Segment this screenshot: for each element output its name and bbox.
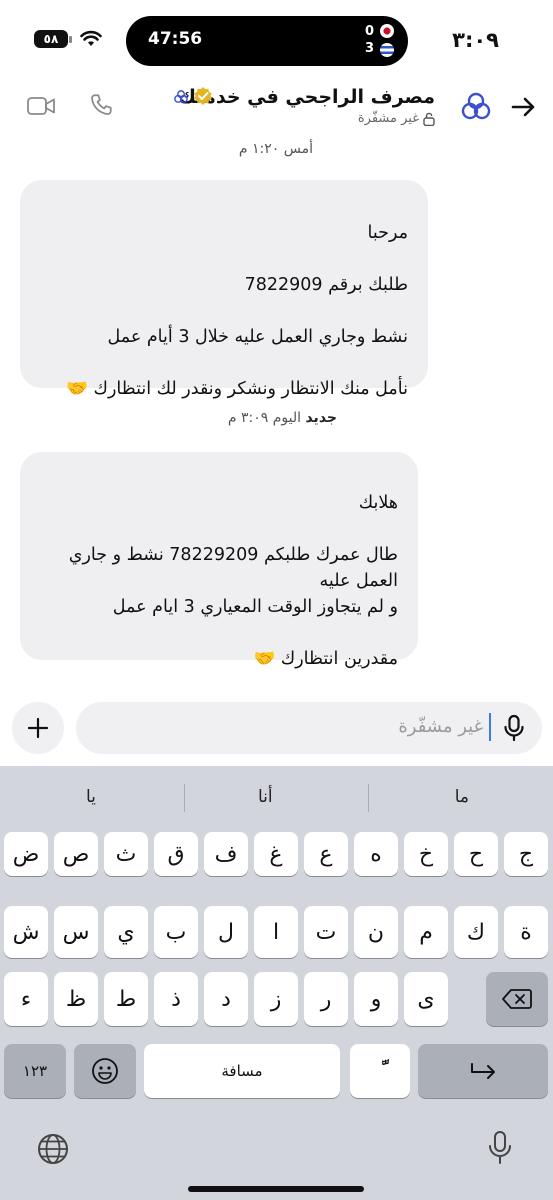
key[interactable]: خ: [404, 832, 448, 876]
message-timestamp: جديد اليوم ٣:٠٩ م: [228, 410, 337, 426]
key[interactable]: ى: [404, 972, 448, 1026]
numbers-key-label: ١٢٣: [22, 1062, 48, 1080]
battery-tip: [69, 36, 72, 43]
emoji-key[interactable]: [74, 1044, 136, 1098]
add-attachment-button[interactable]: [12, 702, 64, 754]
korea-flag-icon: [380, 24, 394, 38]
key[interactable]: غ: [254, 832, 298, 876]
suggestion-divider: [368, 784, 369, 812]
message-text: هلابك طال عمرك طلبكم 78229209 نشط و جاري…: [68, 493, 398, 669]
key[interactable]: ت: [304, 906, 348, 958]
phone-call-icon[interactable]: [88, 92, 114, 118]
key[interactable]: ق: [154, 832, 198, 876]
small-bank-logo-icon: [174, 90, 188, 103]
key[interactable]: ب: [154, 906, 198, 958]
key[interactable]: ش: [4, 906, 48, 958]
home-indicator[interactable]: [188, 1186, 364, 1192]
key[interactable]: ي: [104, 906, 148, 958]
key[interactable]: ف: [204, 832, 248, 876]
message-input-placeholder: غير مشفّرة: [398, 716, 483, 737]
numbers-key[interactable]: ١٢٣: [4, 1044, 66, 1098]
key[interactable]: ة: [504, 906, 548, 958]
message-timestamp: أمس ١:٢٠ م: [238, 141, 313, 157]
emoji-icon: [92, 1058, 118, 1084]
live-activity-score-bottom: 3: [364, 41, 374, 56]
dynamic-island[interactable]: 47:56 0 3: [126, 16, 408, 66]
uruguay-flag-icon: [380, 43, 394, 57]
key[interactable]: ض: [4, 832, 48, 876]
alrajhi-logo-icon[interactable]: [459, 90, 493, 124]
key[interactable]: ح: [454, 832, 498, 876]
key[interactable]: ن: [354, 906, 398, 958]
space-key[interactable]: مسافة: [144, 1044, 340, 1098]
key[interactable]: ذ: [154, 972, 198, 1026]
wifi-icon: [80, 30, 102, 46]
video-call-icon[interactable]: [26, 94, 56, 118]
unlocked-icon: [423, 112, 435, 126]
key[interactable]: ك: [454, 906, 498, 958]
globe-icon[interactable]: [36, 1132, 70, 1166]
key[interactable]: ظ: [54, 972, 98, 1026]
voice-message-mic-icon[interactable]: [501, 714, 527, 742]
timestamp-text: اليوم ٣:٠٩ م: [227, 410, 302, 426]
encryption-status[interactable]: غير مشفّرة: [358, 111, 435, 126]
key[interactable]: ع: [304, 832, 348, 876]
key[interactable]: ر: [304, 972, 348, 1026]
suggestion-divider: [184, 784, 185, 812]
key[interactable]: ج: [504, 832, 548, 876]
plus-icon: [27, 717, 49, 739]
message-text: مرحبا طلبك برقم 7822909 نشط وجاري العمل …: [66, 223, 408, 399]
suggestion-3[interactable]: يا: [86, 787, 96, 807]
key[interactable]: م: [404, 906, 448, 958]
key[interactable]: ل: [204, 906, 248, 958]
dictation-mic-icon[interactable]: [486, 1130, 514, 1166]
status-time: ٣:٠٩: [452, 28, 499, 52]
key[interactable]: ء: [4, 972, 48, 1026]
encryption-status-label: غير مشفّرة: [357, 111, 419, 126]
backspace-icon: [502, 989, 532, 1009]
key[interactable]: و: [354, 972, 398, 1026]
key[interactable]: ث: [104, 832, 148, 876]
chat-title[interactable]: مصرف الراجحي في خدمتك: [179, 86, 435, 108]
tashkeel-key[interactable]: ًّ: [350, 1044, 410, 1098]
verified-badge-icon: [194, 87, 212, 105]
backspace-key[interactable]: [486, 972, 548, 1026]
battery-indicator: ٥٨: [34, 30, 68, 48]
back-arrow-icon[interactable]: [509, 93, 537, 121]
key[interactable]: ا: [254, 906, 298, 958]
key[interactable]: ص: [54, 832, 98, 876]
incoming-message-bubble[interactable]: مرحبا طلبك برقم 7822909 نشط وجاري العمل …: [20, 180, 428, 399]
key[interactable]: ط: [104, 972, 148, 1026]
live-activity-score-top: 0: [364, 24, 374, 39]
return-key[interactable]: [418, 1044, 548, 1098]
key[interactable]: س: [54, 906, 98, 958]
incoming-message-bubble[interactable]: هلابك طال عمرك طلبكم 78229209 نشط و جاري…: [20, 452, 418, 669]
suggestion-1[interactable]: ما: [455, 787, 469, 807]
live-activity-timer: 47:56: [148, 29, 203, 49]
key[interactable]: ه: [354, 832, 398, 876]
suggestion-2[interactable]: أنا: [258, 787, 273, 807]
return-arrow-icon: [471, 1063, 495, 1079]
new-label: جديد: [305, 410, 337, 426]
key[interactable]: ز: [254, 972, 298, 1026]
key[interactable]: د: [204, 972, 248, 1026]
space-key-label: مسافة: [221, 1062, 263, 1080]
text-caret: [489, 713, 491, 741]
